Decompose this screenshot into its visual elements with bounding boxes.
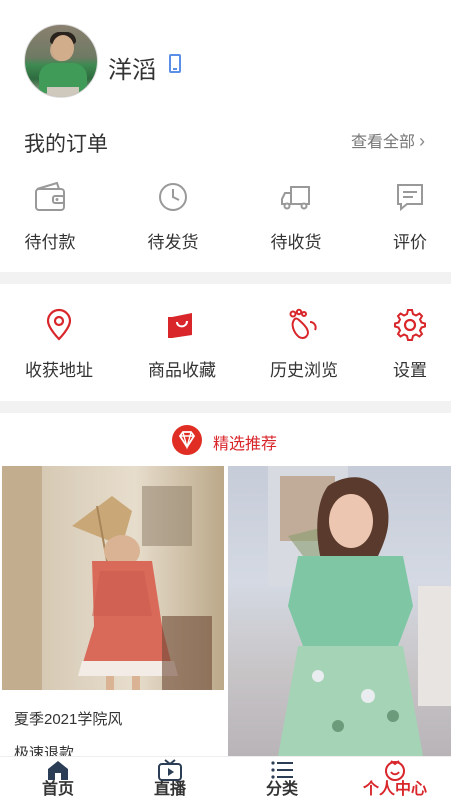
service-label: 历史浏览 [270, 361, 338, 380]
tv-icon [158, 759, 182, 781]
truck-icon [281, 186, 310, 210]
tab-home[interactable]: 首页 [2, 757, 114, 800]
order-status-row: 待付款 待发货 待收货 评价 [0, 180, 451, 270]
order-item-pending-shipment[interactable]: 待发货 [128, 180, 218, 253]
user-center-icon [385, 760, 405, 781]
order-item-pending-receipt[interactable]: 待收货 [251, 180, 341, 253]
avatar[interactable] [24, 24, 98, 98]
avatar-face [52, 35, 74, 61]
shopping-bag-icon [168, 313, 192, 338]
home-icon [48, 761, 68, 780]
services-row: 收获地址 商品收藏 历史浏览 设置 [0, 308, 451, 398]
tab-user-center[interactable]: 个人中心 [339, 757, 451, 800]
order-item-review[interactable]: 评价 [365, 180, 451, 253]
phone-icon[interactable] [169, 54, 181, 73]
footprint-icon [289, 308, 317, 339]
order-item-label: 评价 [393, 233, 427, 252]
service-history[interactable]: 历史浏览 [259, 308, 349, 381]
service-label: 设置 [393, 361, 427, 380]
clock-icon [159, 183, 187, 211]
tab-label: 首页 [41, 781, 74, 798]
product-image [228, 466, 451, 756]
service-label: 商品收藏 [148, 361, 216, 380]
service-label: 收获地址 [25, 361, 93, 380]
gear-icon [394, 309, 426, 341]
product-subtitle: 极速退款 [14, 745, 75, 756]
product-card[interactable] [228, 466, 451, 756]
section-divider [0, 272, 451, 284]
product-card[interactable]: 夏季2021学院风 极速退款 [2, 466, 224, 756]
comment-icon [397, 184, 423, 212]
tab-label: 个人中心 [362, 781, 427, 798]
tab-live[interactable]: 直播 [114, 757, 226, 800]
diamond-icon [172, 425, 202, 455]
order-item-label: 待发货 [147, 233, 199, 252]
service-settings[interactable]: 设置 [365, 308, 451, 381]
username: 洋滔 [108, 57, 156, 84]
service-favorites[interactable]: 商品收藏 [137, 308, 227, 381]
order-item-pending-payment[interactable]: 待付款 [5, 180, 95, 253]
product-title: 夏季2021学院风 [14, 711, 123, 728]
recommend-header: 精选推荐 [0, 420, 451, 466]
recommend-title: 精选推荐 [213, 436, 278, 453]
tab-label: 分类 [265, 781, 298, 798]
bottom-tab-bar: 首页 直播 分类 个人中心 [0, 756, 451, 800]
product-image [2, 466, 224, 690]
list-icon [271, 761, 293, 779]
view-all-label: 查看全部 [350, 134, 415, 151]
chevron-right-icon: › [419, 131, 425, 151]
location-pin-icon [46, 308, 72, 341]
tab-label: 直播 [153, 781, 186, 798]
wallet-icon [35, 181, 65, 211]
view-all-orders-link[interactable]: 查看全部 › [351, 128, 425, 152]
order-item-label: 待付款 [24, 233, 76, 252]
avatar-pants [47, 87, 79, 97]
order-item-label: 待收货 [270, 233, 322, 252]
service-address[interactable]: 收获地址 [14, 308, 104, 381]
orders-title: 我的订单 [24, 133, 108, 156]
profile-header: 洋滔 [0, 0, 451, 120]
tab-category[interactable]: 分类 [226, 757, 338, 800]
section-divider [0, 401, 451, 413]
